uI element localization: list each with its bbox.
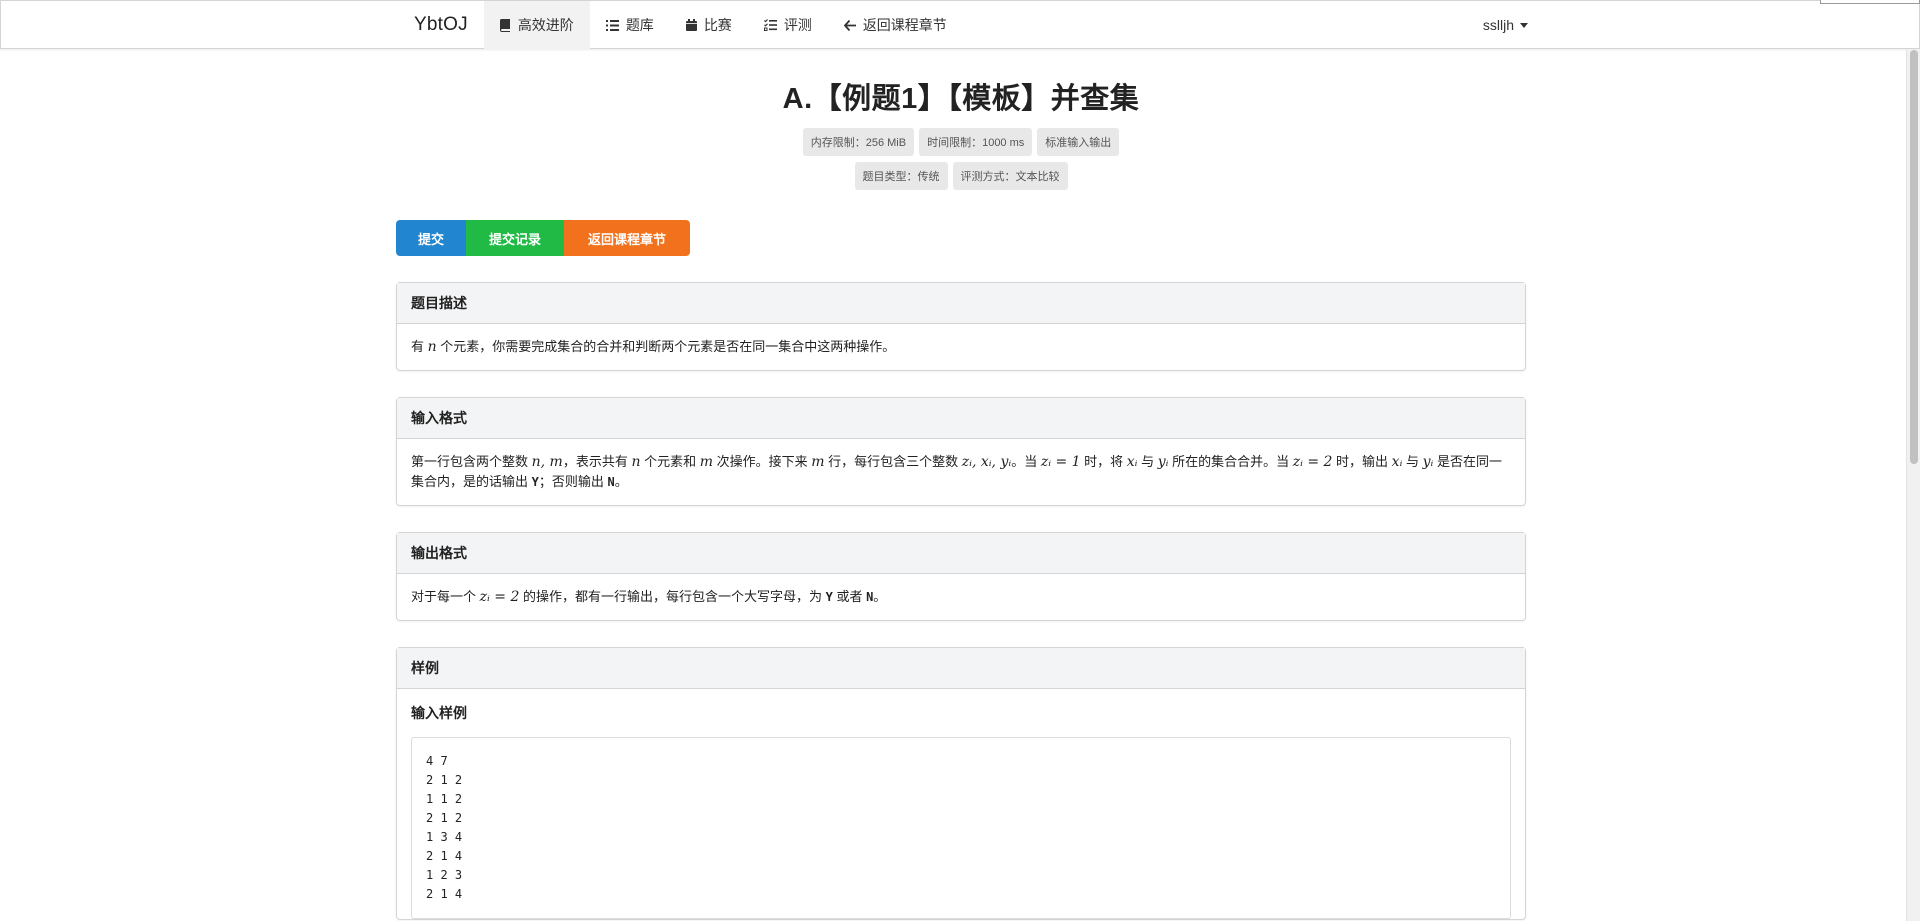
- memory-limit-label: 内存限制：256 MiB: [802, 128, 915, 156]
- nav-item-label: 比赛: [703, 17, 732, 33]
- text: 第一行包含两个整数: [411, 454, 532, 469]
- section-title: 题目描述: [397, 283, 1525, 324]
- section-title: 输出格式: [397, 533, 1525, 574]
- sample-input-code[interactable]: 4 7 2 1 2 1 1 2 2 1 2 1 3 4 2 1 4 1 2 3 …: [411, 737, 1511, 919]
- section-body: 第一行包含两个整数 n, m，表示共有 n 个元素和 m 次操作。接下来 m 行…: [397, 439, 1525, 505]
- book-icon: [499, 18, 511, 32]
- text: 有: [411, 339, 428, 354]
- nav-item-label: 返回课程章节: [862, 17, 947, 33]
- math: yᵢ: [1157, 454, 1169, 470]
- scrollbar-thumb[interactable]: [1910, 50, 1918, 464]
- nav-item-label: 高效进阶: [517, 17, 574, 33]
- username: sslljh: [1482, 17, 1514, 33]
- problem-limits: 内存限制：256 MiB 时间限制：1000 ms 标准输入输出: [396, 128, 1526, 156]
- nav-item-label: 题库: [625, 17, 654, 33]
- nav-item-contests[interactable]: 比赛: [670, 1, 748, 49]
- math: m: [699, 454, 713, 470]
- nav-item-label: 评测: [783, 17, 812, 33]
- text: 与: [1402, 454, 1423, 469]
- arrow-left-icon: [843, 19, 856, 31]
- text: 所在的集合合并。当: [1168, 454, 1293, 469]
- text: 行，每行包含三个整数: [824, 454, 962, 469]
- text: 次操作。接下来: [713, 454, 812, 469]
- action-buttons: 提交 提交记录 返回课程章节: [396, 220, 1526, 256]
- brand-logo[interactable]: YbtOJ: [398, 1, 484, 49]
- code-line: 1 1 2: [426, 792, 463, 806]
- math: n, m: [531, 454, 563, 470]
- nav-container: YbtOJ 高效进阶 题库 比赛 评测 返回课程章节 sslljh: [398, 1, 1528, 49]
- page-scrollbar[interactable]: [1906, 49, 1920, 921]
- code-line: 2 1 4: [426, 849, 463, 863]
- io-type-label: 标准输入输出: [1037, 128, 1120, 156]
- math: yᵢ: [1422, 454, 1434, 470]
- time-limit-label: 时间限制：1000 ms: [919, 128, 1033, 156]
- list-icon: [605, 19, 619, 31]
- text: 。: [614, 474, 628, 489]
- user-menu[interactable]: sslljh: [1483, 1, 1528, 49]
- sample-input-title: 输入样例: [411, 705, 467, 721]
- math: m: [811, 454, 825, 470]
- math: xᵢ: [1126, 454, 1138, 470]
- tasks-icon: [763, 19, 777, 31]
- problem-page: A.【例题1】【模板】并查集 内存限制：256 MiB 时间限制：1000 ms…: [396, 49, 1526, 920]
- input-format-section: 输入格式 第一行包含两个整数 n, m，表示共有 n 个元素和 m 次操作。接下…: [396, 397, 1526, 506]
- text: 时，输出: [1332, 454, 1392, 469]
- section-body: 有 n 个元素，你需要完成集合的合并和判断两个元素是否在同一集合中这两种操作。: [397, 324, 1525, 370]
- description-section: 题目描述 有 n 个元素，你需要完成集合的合并和判断两个元素是否在同一集合中这两…: [396, 282, 1526, 371]
- problem-meta: 题目类型：传统 评测方式：文本比较: [396, 162, 1526, 190]
- text: 。: [873, 589, 887, 604]
- text: 与: [1137, 454, 1158, 469]
- problem-type-label: 题目类型：传统: [854, 162, 948, 190]
- samples-section: 样例 输入样例 4 7 2 1 2 1 1 2 2 1 2 1 3 4 2 1 …: [396, 647, 1526, 920]
- code-line: 4 7: [426, 754, 448, 768]
- text: 对于每一个: [411, 589, 480, 604]
- math: zᵢ = 1: [1040, 454, 1081, 470]
- code-line: 1 2 3: [426, 868, 463, 882]
- corner-overlay: [1820, 0, 1920, 4]
- judge-method-label: 评测方式：文本比较: [952, 162, 1068, 190]
- math: zᵢ = 2: [1292, 454, 1333, 470]
- code: N: [607, 475, 615, 489]
- code-line: 2 1 4: [426, 887, 463, 901]
- nav-item-back-chapters[interactable]: 返回课程章节: [828, 1, 963, 49]
- code: Y: [531, 475, 539, 489]
- section-body: 对于每一个 zᵢ = 2 的操作，都有一行输出，每行包含一个大写字母，为 Y 或…: [397, 574, 1525, 620]
- code-line: 2 1 2: [426, 811, 463, 825]
- math: zᵢ = 2: [479, 589, 520, 605]
- text: 或者: [832, 589, 867, 604]
- code-line: 1 3 4: [426, 830, 463, 844]
- section-title: 输入格式: [397, 398, 1525, 439]
- nav-item-judge[interactable]: 评测: [748, 1, 828, 49]
- calendar-icon: [685, 19, 697, 31]
- back-to-chapters-button[interactable]: 返回课程章节: [564, 220, 690, 256]
- text: ；否则输出: [538, 474, 608, 489]
- text: 时，将: [1080, 454, 1127, 469]
- text: 个元素，你需要完成集合的合并和判断两个元素是否在同一集合中这两种操作。: [436, 339, 896, 354]
- nav-item-problems[interactable]: 题库: [590, 1, 670, 49]
- page-title: A.【例题1】【模板】并查集: [782, 83, 1140, 115]
- top-navbar: YbtOJ 高效进阶 题库 比赛 评测 返回课程章节 sslljh: [0, 0, 1920, 49]
- text: 个元素和: [640, 454, 700, 469]
- math: zᵢ, xᵢ, yᵢ: [961, 454, 1012, 470]
- math: xᵢ: [1391, 454, 1403, 470]
- nav-item-advanced[interactable]: 高效进阶: [483, 1, 590, 49]
- text: ，表示共有: [562, 454, 632, 469]
- math: n: [427, 339, 437, 355]
- text: 的操作，都有一行输出，每行包含一个大写字母，为: [519, 589, 826, 604]
- output-format-section: 输出格式 对于每一个 zᵢ = 2 的操作，都有一行输出，每行包含一个大写字母，…: [396, 532, 1526, 621]
- code: Y: [825, 590, 833, 604]
- submission-records-button[interactable]: 提交记录: [466, 220, 564, 256]
- text: 。当: [1011, 454, 1041, 469]
- code-line: 2 1 2: [426, 773, 463, 787]
- section-title: 样例: [397, 648, 1525, 689]
- submit-button[interactable]: 提交: [396, 220, 466, 256]
- chevron-down-icon: [1520, 22, 1528, 28]
